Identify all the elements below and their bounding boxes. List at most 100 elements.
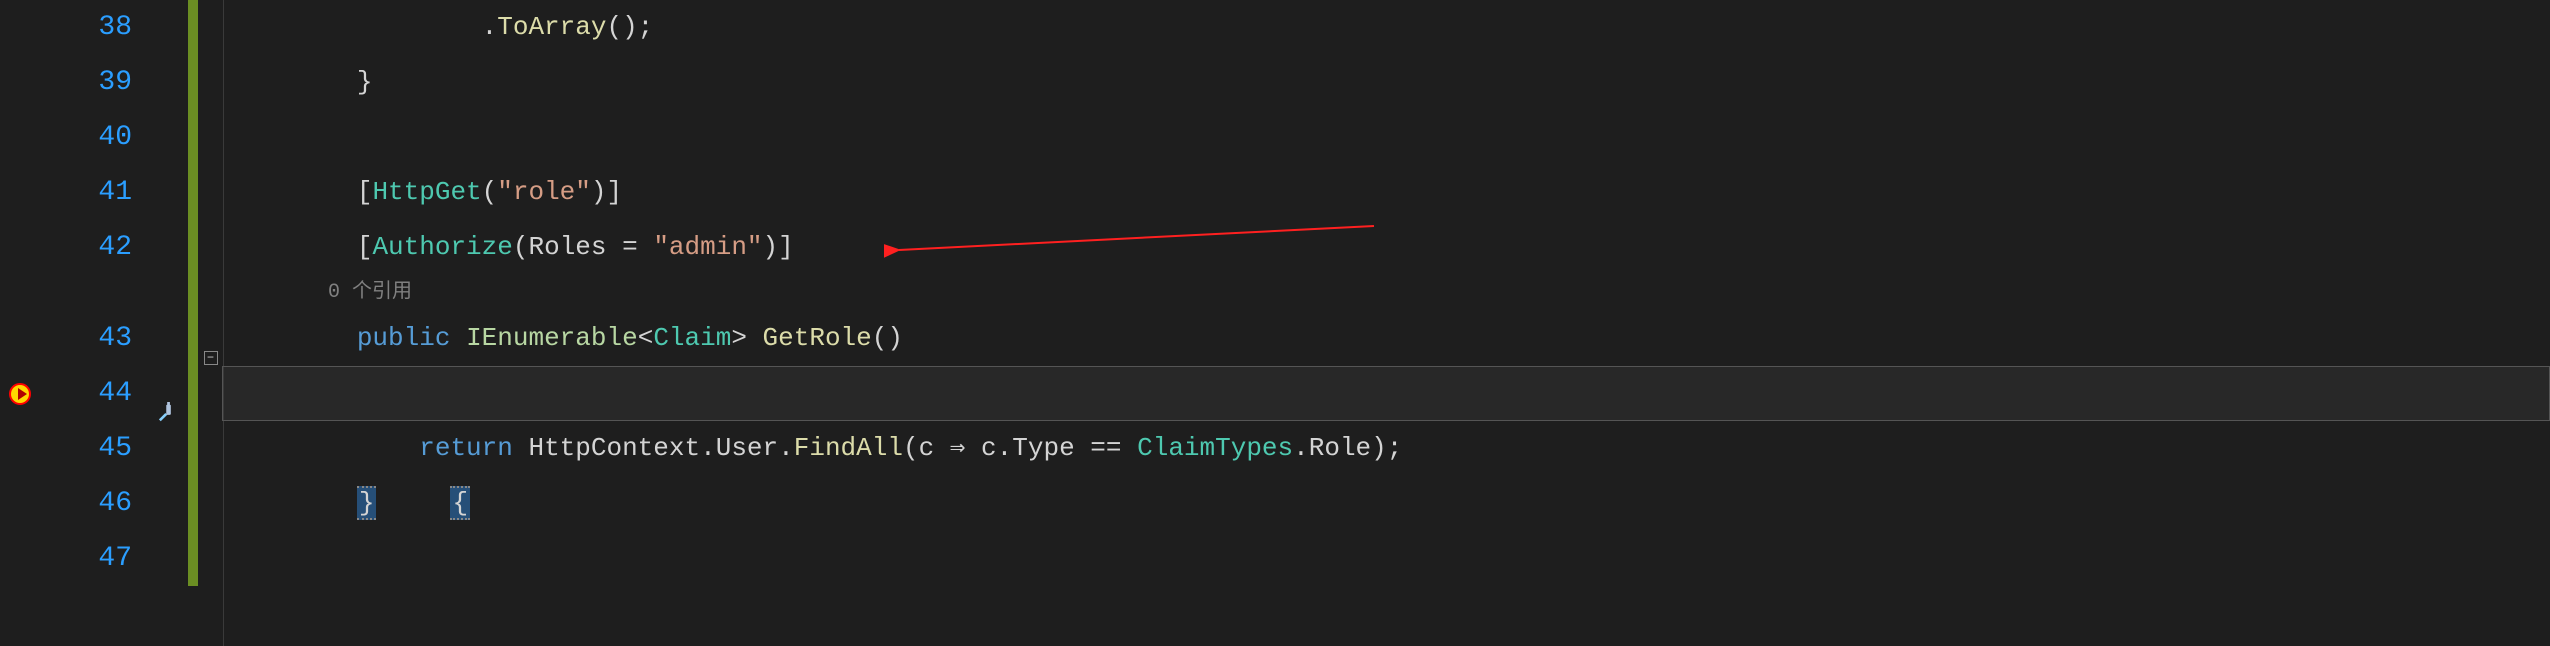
line-number[interactable]: 45 (40, 421, 132, 476)
indent (232, 177, 357, 207)
dot: . (700, 433, 716, 463)
fg-cell (198, 165, 223, 220)
code-line[interactable]: } (224, 476, 2550, 531)
line-number[interactable]: 39 (40, 55, 132, 110)
bracket: ] (607, 177, 623, 207)
angle-bracket: > (731, 323, 747, 353)
change-mark (188, 421, 198, 476)
current-execution-marker[interactable] (0, 366, 40, 421)
equals: == (1075, 433, 1137, 463)
bp-cell[interactable] (0, 311, 40, 366)
change-mark (188, 110, 198, 165)
space (747, 323, 763, 353)
bp-cell (0, 275, 40, 311)
fg-cell (198, 0, 223, 55)
paren: ); (1371, 433, 1402, 463)
fold-gutter: − (198, 0, 224, 646)
type-name: Claim (653, 323, 731, 353)
space (513, 433, 529, 463)
parameter-name: Roles (528, 232, 606, 262)
code-line[interactable]: } (224, 55, 2550, 110)
ig-cell (150, 550, 188, 605)
code-line[interactable] (224, 531, 2550, 586)
fg-cell (198, 220, 223, 275)
identifier: c (981, 433, 997, 463)
quick-action-icon[interactable] (150, 385, 188, 440)
fg-cell (198, 55, 223, 110)
screwdriver-icon (158, 402, 180, 424)
bp-cell[interactable] (0, 421, 40, 476)
string-literal: "admin" (653, 232, 762, 262)
code-line-current[interactable]: { (224, 366, 2550, 421)
lambda-param: c (919, 433, 935, 463)
paren: ( (482, 177, 498, 207)
line-number[interactable]: 44 (40, 366, 132, 421)
change-mark (188, 55, 198, 110)
references-text[interactable]: 0 个引用 (328, 281, 412, 304)
line-number[interactable]: 40 (40, 110, 132, 165)
bp-cell[interactable] (0, 220, 40, 275)
indent (232, 232, 357, 262)
method-name: ToArray (497, 12, 606, 42)
identifier: HttpContext (528, 433, 700, 463)
line-number-spacer (40, 275, 132, 311)
identifier: Role (1309, 433, 1371, 463)
code-area[interactable]: .ToArray(); } [HttpGet("role")] [Authori… (224, 0, 2550, 646)
bp-cell[interactable] (0, 531, 40, 586)
ig-cell (150, 440, 188, 495)
code-line[interactable]: return HttpContext.User.FindAll(c ⇒ c.Ty… (224, 421, 2550, 476)
line-number[interactable]: 42 (40, 220, 132, 275)
ig-cell (150, 275, 188, 330)
line-number[interactable]: 43 (40, 311, 132, 366)
paren: ) (763, 232, 779, 262)
indent (232, 433, 419, 463)
indent (232, 488, 357, 518)
paren: () (872, 323, 903, 353)
paren: (); (606, 12, 653, 42)
change-mark (188, 275, 198, 311)
change-mark (188, 476, 198, 531)
attribute-name: Authorize (372, 232, 512, 262)
fg-cell (198, 385, 223, 440)
fg-cell (198, 110, 223, 165)
fold-toggle[interactable]: − (198, 330, 223, 385)
line-number[interactable]: 47 (40, 531, 132, 586)
dot: . (778, 433, 794, 463)
change-mark (188, 0, 198, 55)
code-line[interactable]: [Authorize(Roles = "admin")] (224, 220, 2550, 275)
bp-cell[interactable] (0, 476, 40, 531)
annotation-arrow-icon (884, 220, 1384, 275)
fg-cell (198, 495, 223, 550)
identifier: User (716, 433, 778, 463)
bp-cell[interactable] (0, 0, 40, 55)
dot: . (1293, 433, 1309, 463)
line-number[interactable]: 38 (40, 0, 132, 55)
bp-cell[interactable] (0, 55, 40, 110)
paren: ( (513, 232, 529, 262)
keyword: public (357, 323, 451, 353)
indent (232, 12, 482, 42)
ig-cell (150, 495, 188, 550)
string-literal: "role" (497, 177, 591, 207)
dot: . (997, 433, 1013, 463)
change-mark (188, 311, 198, 366)
references-codelens[interactable]: 0 个引用 (224, 275, 2550, 311)
fg-cell (198, 550, 223, 605)
keyword: return (419, 433, 513, 463)
bp-cell[interactable] (0, 165, 40, 220)
line-number[interactable]: 41 (40, 165, 132, 220)
line-number[interactable]: 46 (40, 476, 132, 531)
bp-cell[interactable] (0, 110, 40, 165)
ig-cell (150, 165, 188, 220)
code-line[interactable]: [HttpGet("role")] (224, 165, 2550, 220)
code-line[interactable]: .ToArray(); (224, 0, 2550, 55)
indent (232, 323, 357, 353)
ig-cell (150, 220, 188, 275)
paren: ) (591, 177, 607, 207)
code-line[interactable]: public IEnumerable<Claim> GetRole() (224, 311, 2550, 366)
breakpoint-gutter[interactable] (0, 0, 40, 646)
ig-cell (150, 330, 188, 385)
code-line[interactable] (224, 110, 2550, 165)
current-line-highlight (222, 366, 2550, 421)
code-editor: 38 39 40 41 42 43 44 45 46 47 (0, 0, 2550, 646)
